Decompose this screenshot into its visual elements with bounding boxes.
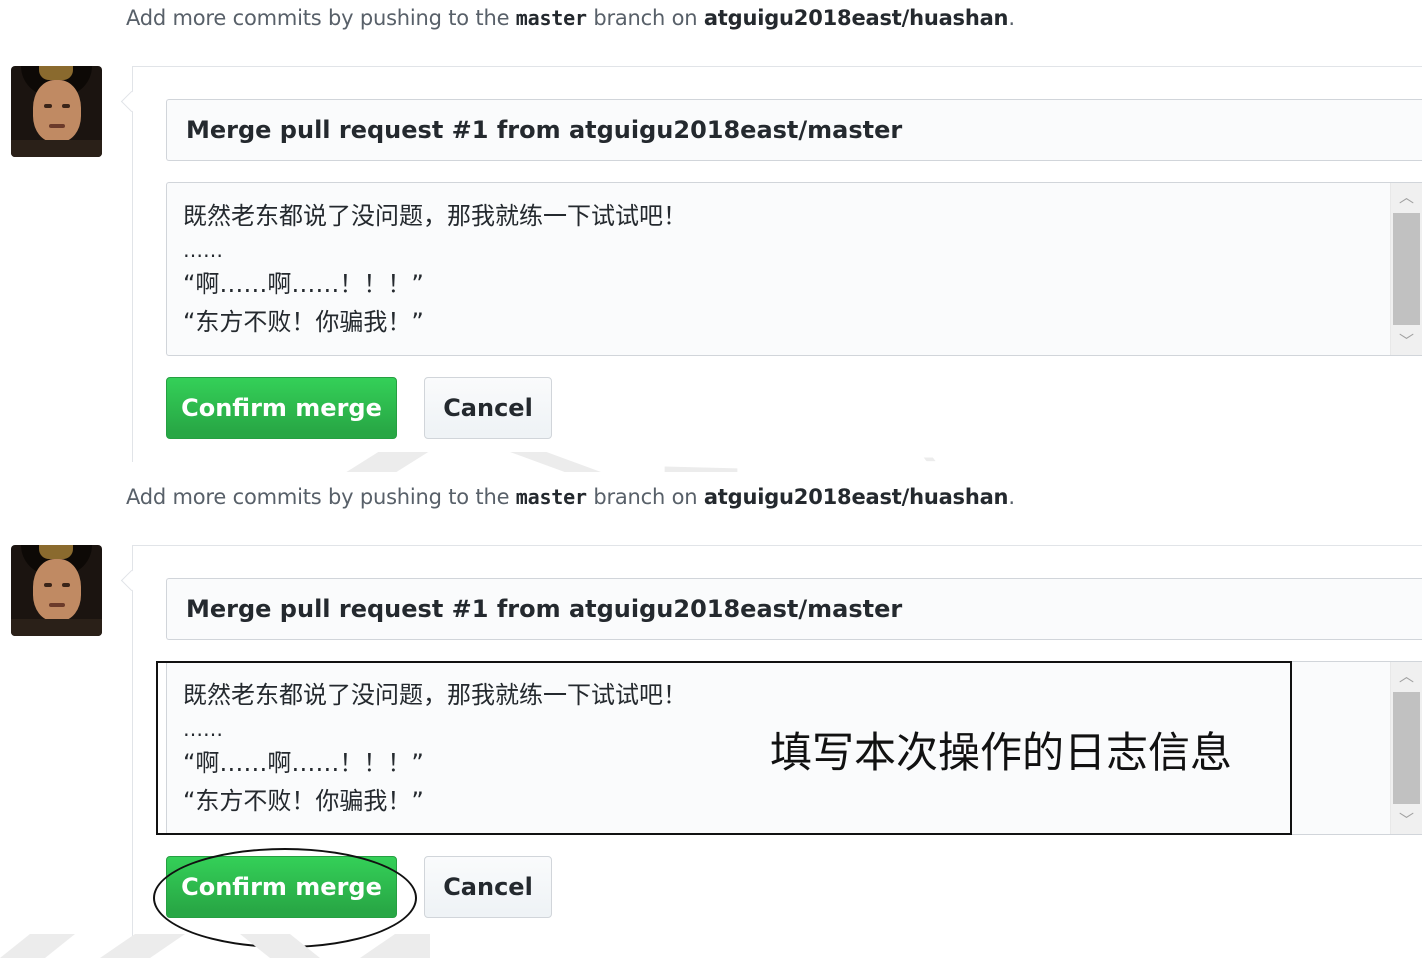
message-line: 既然老东都说了没问题，那我就练一下试试吧！: [183, 202, 687, 230]
branch-name: master: [515, 485, 587, 509]
push-hint-middle: branch on: [593, 6, 698, 30]
commit-message-textarea[interactable]: 既然老东都说了没问题，那我就练一下试试吧！ …… “啊……啊……！！！” “东方…: [166, 182, 1422, 356]
message-line: ……: [183, 238, 223, 262]
chevron-up-icon[interactable]: ︿: [1391, 183, 1422, 211]
push-hint-middle: branch on: [593, 485, 698, 509]
chevron-down-icon[interactable]: ﹀: [1391, 806, 1422, 834]
branch-name: master: [515, 6, 587, 30]
message-line: “啊……啊……！！！”: [183, 270, 424, 298]
push-hint-prefix: Add more commits by pushing to the: [126, 6, 510, 30]
commit-title-input[interactable]: Merge pull request #1 from atguigu2018ea…: [166, 578, 1422, 640]
scrollbar-thumb[interactable]: [1393, 213, 1420, 325]
repo-link[interactable]: atguigu2018east/huashan: [704, 485, 1009, 509]
textarea-scrollbar[interactable]: ︿ ﹀: [1390, 183, 1422, 355]
merge-panel-before: Add more commits by pushing to the maste…: [0, 0, 1422, 479]
push-hint-suffix: .: [1008, 485, 1015, 509]
scrollbar-thumb[interactable]: [1393, 692, 1420, 804]
cancel-button[interactable]: Cancel: [424, 377, 552, 439]
avatar[interactable]: [11, 66, 102, 157]
repo-link[interactable]: atguigu2018east/huashan: [704, 6, 1009, 30]
push-hint: Add more commits by pushing to the maste…: [126, 6, 1015, 30]
cancel-button[interactable]: Cancel: [424, 856, 552, 918]
chevron-up-icon[interactable]: ︿: [1391, 662, 1422, 690]
chevron-down-icon[interactable]: ﹀: [1391, 327, 1422, 355]
message-line: “东方不败！你骗我！”: [183, 308, 424, 336]
commit-title-input[interactable]: Merge pull request #1 from atguigu2018ea…: [166, 99, 1422, 161]
textarea-scrollbar[interactable]: ︿ ﹀: [1390, 662, 1422, 834]
annotation-ellipse: [153, 848, 417, 948]
avatar[interactable]: [11, 545, 102, 636]
push-hint: Add more commits by pushing to the maste…: [126, 485, 1015, 509]
push-hint-prefix: Add more commits by pushing to the: [126, 485, 510, 509]
confirm-merge-button[interactable]: Confirm merge: [166, 377, 397, 439]
push-hint-suffix: .: [1008, 6, 1015, 30]
annotation-text: 填写本次操作的日志信息: [770, 728, 1233, 777]
merge-panel-annotated: Add more commits by pushing to the maste…: [0, 479, 1422, 958]
